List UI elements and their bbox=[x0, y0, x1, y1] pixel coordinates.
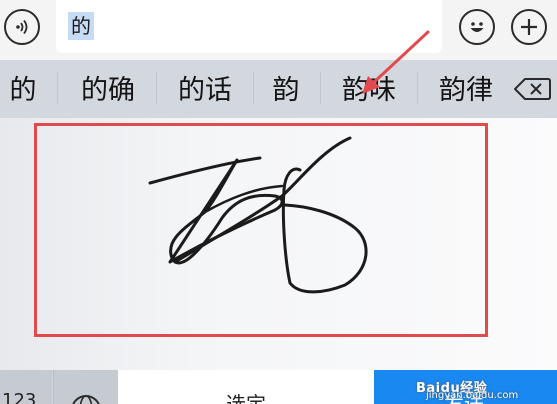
annotation-arrow bbox=[370, 30, 430, 86]
numbers-key[interactable]: 123 bbox=[0, 370, 52, 404]
select-key[interactable]: 选定 bbox=[118, 370, 374, 404]
send-key[interactable]: 发送 bbox=[374, 370, 557, 404]
globe-key[interactable] bbox=[53, 370, 118, 404]
send-key-label: 发送 bbox=[444, 392, 484, 404]
numbers-key-label: 123 bbox=[2, 390, 37, 404]
globe-icon bbox=[72, 395, 100, 404]
handwriting-strokes bbox=[148, 30, 430, 294]
keyboard-bottom-row: 123 选定 发送 bbox=[0, 370, 557, 404]
select-key-label: 选定 bbox=[226, 392, 266, 404]
